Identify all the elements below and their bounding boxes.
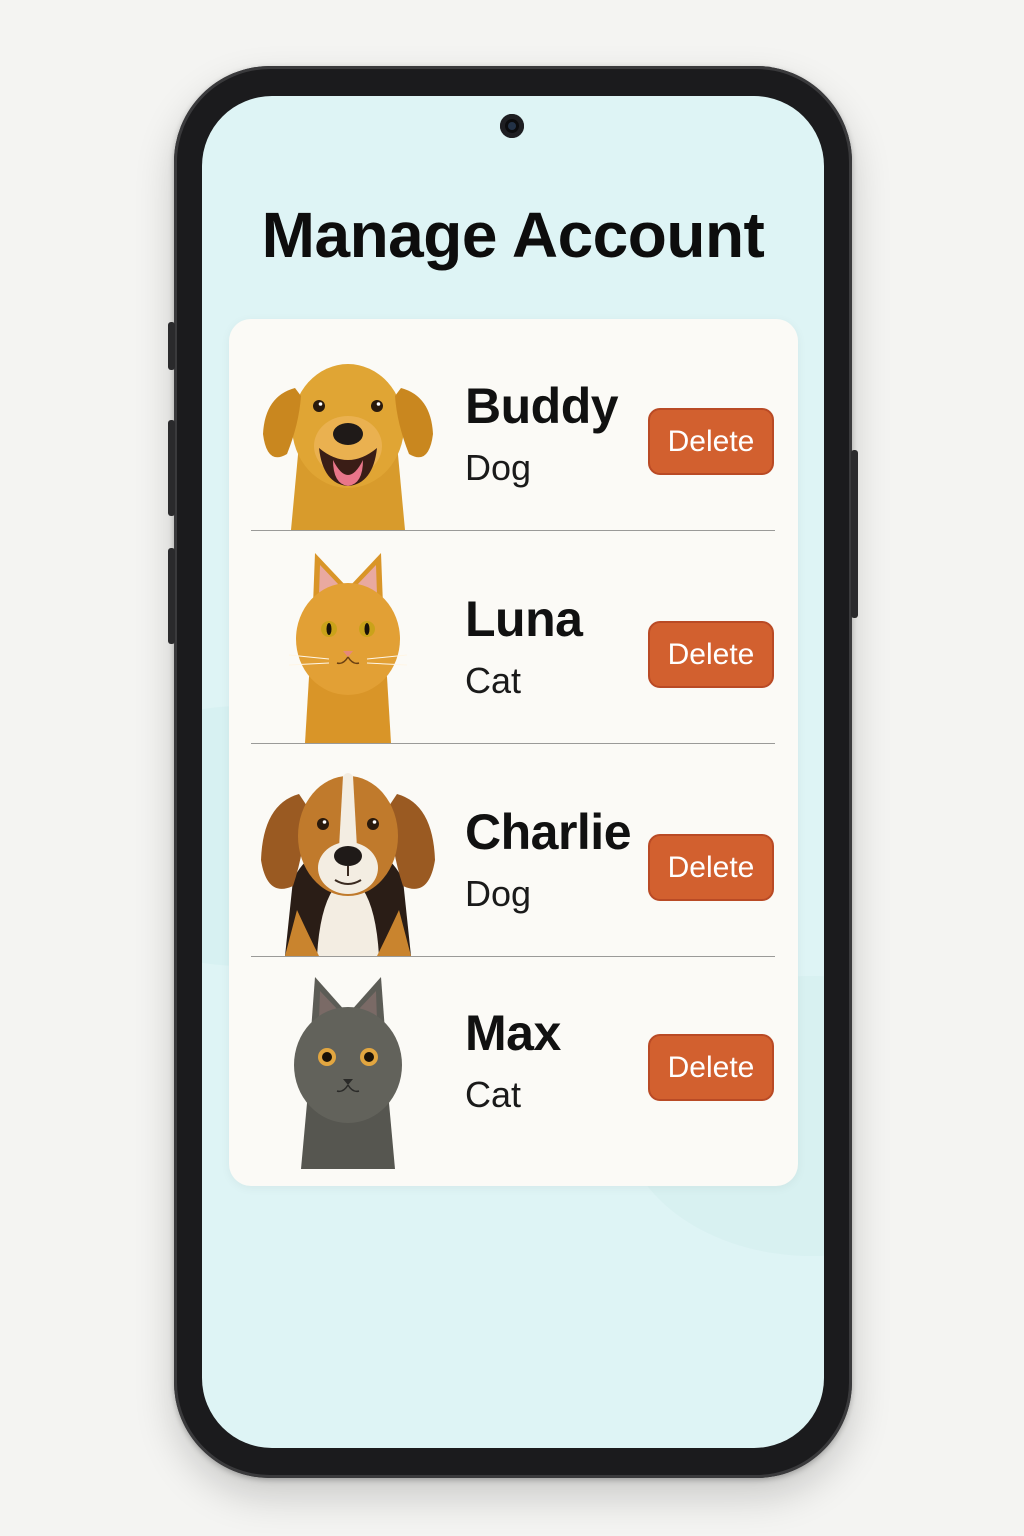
pet-row-charlie: Charlie Dog Delete — [229, 745, 798, 957]
row-divider — [251, 530, 775, 531]
phone-screen: Manage Account Buddy Dog Delete Luna Cat… — [202, 96, 824, 1448]
pet-type: Cat — [465, 1074, 522, 1115]
page-title: Manage Account — [261, 199, 765, 271]
beagle-portrait-icon — [259, 760, 437, 956]
pet-name: Max — [465, 1005, 561, 1061]
pet-name: Charlie — [465, 804, 632, 860]
row-divider — [251, 743, 775, 744]
pet-type: Dog — [465, 447, 532, 488]
pet-name: Buddy — [465, 378, 619, 434]
delete-button[interactable]: Delete — [648, 1034, 774, 1101]
volume-down-button — [168, 420, 175, 516]
pet-name: Luna — [465, 591, 583, 647]
golden-retriever-portrait-icon — [259, 334, 437, 530]
orange-tabby-cat-portrait-icon — [259, 547, 437, 743]
pet-type: Cat — [465, 660, 522, 701]
delete-button[interactable]: Delete — [648, 834, 774, 901]
gray-cat-portrait-icon — [259, 973, 437, 1169]
pet-type: Dog — [465, 873, 532, 914]
pet-row-max: Max Cat Delete — [229, 958, 798, 1170]
front-camera — [500, 114, 524, 138]
power-button — [851, 450, 858, 618]
row-divider — [251, 956, 775, 957]
volume-up-button — [168, 322, 175, 370]
delete-button[interactable]: Delete — [648, 621, 774, 688]
side-button-left — [168, 548, 175, 644]
pet-list-card: Buddy Dog Delete Luna Cat Delete Charlie… — [229, 319, 798, 1186]
pet-row-buddy: Buddy Dog Delete — [229, 319, 798, 531]
delete-button[interactable]: Delete — [648, 408, 774, 475]
pet-row-luna: Luna Cat Delete — [229, 532, 798, 744]
